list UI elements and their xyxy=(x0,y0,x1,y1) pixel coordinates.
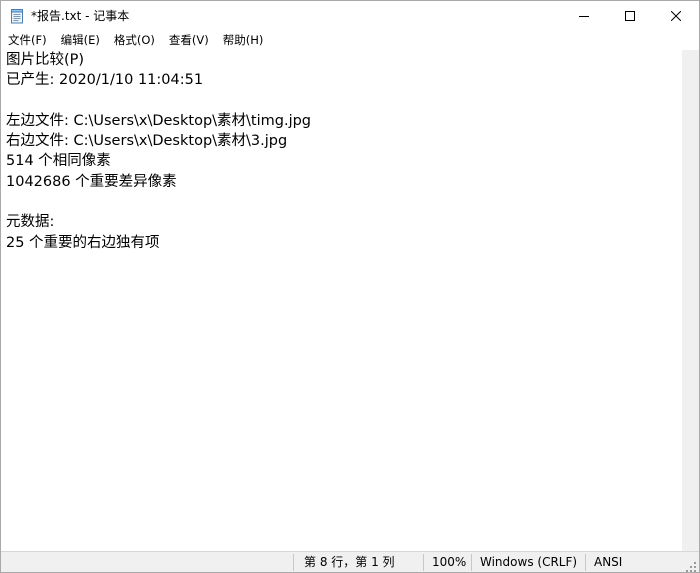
editor-line: 左边文件: C:\Users\x\Desktop\素材\timg.jpg xyxy=(6,112,312,129)
menu-edit[interactable]: 编辑(E) xyxy=(54,31,107,50)
editor-line: 右边文件: C:\Users\x\Desktop\素材\3.jpg xyxy=(6,133,288,150)
menu-file[interactable]: 文件(F) xyxy=(1,31,54,50)
menu-help[interactable]: 帮助(H) xyxy=(216,31,271,50)
status-separator xyxy=(471,554,472,571)
menu-format[interactable]: 格式(O) xyxy=(107,31,162,50)
resize-grip-icon[interactable] xyxy=(685,558,697,572)
editor-line: 1042686 个重要差异像素 xyxy=(6,173,177,190)
status-bar: 第 8 行，第 1 列 100% Windows (CRLF) ANSI xyxy=(1,551,699,572)
notepad-window: *报告.txt - 记事本 文件(F) 编辑(E) 格式(O) 查看(V) 帮助… xyxy=(0,0,700,573)
menu-view[interactable]: 查看(V) xyxy=(162,31,216,50)
status-separator xyxy=(293,554,294,571)
status-separator xyxy=(585,554,586,571)
close-icon xyxy=(671,11,681,21)
window-title: *报告.txt - 记事本 xyxy=(31,9,130,23)
editor-line: 已产生: 2020/1/10 11:04:51 xyxy=(6,72,204,89)
maximize-button[interactable] xyxy=(607,1,653,31)
editor-line: 514 个相同像素 xyxy=(6,153,111,170)
text-editor[interactable]: 图片比较(P) 已产生: 2020/1/10 11:04:51 左边文件: C:… xyxy=(1,50,682,551)
close-button[interactable] xyxy=(653,1,699,31)
editor-line: 25 个重要的右边独有项 xyxy=(6,234,160,251)
status-cursor-position: 第 8 行，第 1 列 xyxy=(304,555,395,569)
maximize-icon xyxy=(625,11,635,21)
status-zoom: 100% xyxy=(432,555,467,569)
minimize-icon xyxy=(579,11,589,21)
title-bar[interactable]: *报告.txt - 记事本 xyxy=(1,1,699,31)
minimize-button[interactable] xyxy=(561,1,607,31)
editor-line: 元数据: xyxy=(6,214,55,231)
status-separator xyxy=(423,554,424,571)
vertical-scrollbar[interactable] xyxy=(682,50,699,551)
menu-bar: 文件(F) 编辑(E) 格式(O) 查看(V) 帮助(H) xyxy=(1,31,699,50)
notepad-icon xyxy=(9,8,25,24)
editor-line: 图片比较(P) xyxy=(6,52,85,68)
status-encoding: ANSI xyxy=(594,555,623,569)
status-line-ending: Windows (CRLF) xyxy=(480,555,578,569)
